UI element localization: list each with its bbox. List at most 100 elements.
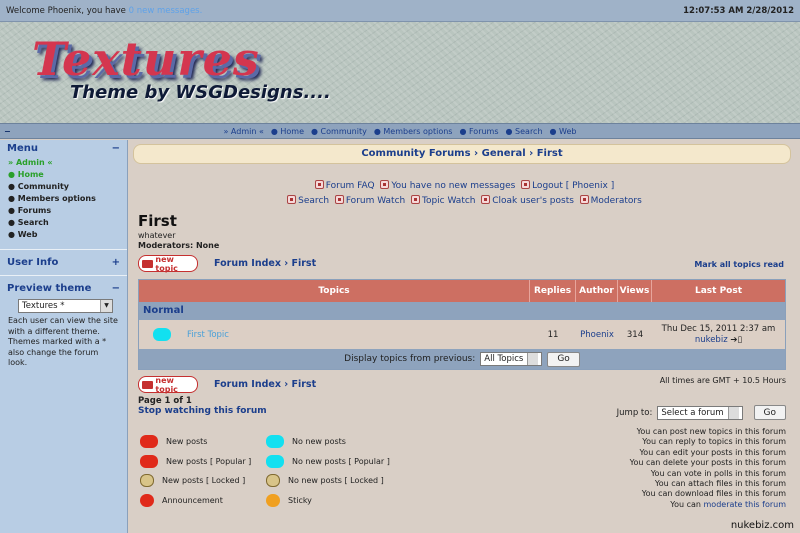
no-new-popular-icon (266, 454, 284, 468)
topic-views: 314 (626, 329, 644, 340)
sidebar-item-web[interactable]: ● Web (8, 229, 119, 241)
watch-icon (410, 195, 420, 204)
forum-index-link[interactable]: Forum Index (214, 258, 281, 269)
new-posts-icon (140, 435, 158, 449)
chevron-down-icon: ▼ (100, 300, 112, 312)
goto-last-post-icon[interactable]: ➔▯ (730, 335, 742, 345)
topic-replies: 11 (547, 329, 559, 340)
sticky-icon (266, 493, 280, 507)
forum-name-link[interactable]: First (292, 258, 317, 269)
theme-collapse-toggle[interactable]: − (112, 283, 120, 294)
jump-go-button[interactable]: Go (753, 405, 786, 420)
nav-forums[interactable]: ● Forums (459, 127, 498, 136)
forum-main: Community Forums › General › First Forum… (129, 140, 800, 520)
sidebar-item-forums[interactable]: ● Forums (8, 205, 119, 217)
nav-web[interactable]: ● Web (550, 127, 577, 136)
table-footer: Display topics from previous: All Topics… (139, 349, 785, 369)
jump-forum-select[interactable]: Select a forum (657, 405, 743, 420)
timezone-note: All times are GMT + 10.5 Hours (659, 376, 786, 385)
topic-age-go-button[interactable]: Go (547, 351, 580, 367)
forum-title: First (138, 212, 177, 230)
cloak-link[interactable]: Cloak user's posts (481, 195, 574, 206)
col-author: Author (576, 280, 618, 302)
topic-status-icon (139, 320, 185, 349)
userinfo-expand-toggle[interactable]: + (112, 257, 120, 268)
new-locked-icon (140, 474, 154, 488)
topic-age-select[interactable]: All Topics (480, 352, 543, 366)
sidebar-item-members-options[interactable]: ● Members options (8, 193, 119, 205)
mark-all-read-link[interactable]: Mark all topics read (694, 260, 784, 269)
forum-links-row-1: Forum FAQ You have no new messages Logou… (129, 180, 800, 191)
chevron-down-icon (727, 406, 739, 419)
help-icon (314, 180, 324, 189)
legend-row: New posts [ Popular ] No new posts [ Pop… (140, 452, 400, 472)
new-topic-button[interactable]: new topic (138, 255, 198, 273)
topic-link[interactable]: First Topic (185, 320, 530, 349)
faq-link[interactable]: Forum FAQ (314, 180, 375, 191)
forum-links-row-2: Search Forum Watch Topic Watch Cloak use… (129, 195, 800, 206)
divider (0, 249, 127, 250)
nav-home[interactable]: ● Home (271, 127, 304, 136)
theme-block-title: Preview theme − (7, 283, 120, 294)
moderate-line: You can moderate this forum (670, 499, 786, 509)
sidebar-item-home[interactable]: ● Home (8, 169, 119, 181)
messages-link[interactable]: You have no new messages (380, 180, 515, 191)
search-icon (287, 195, 297, 204)
forum-path: Forum Index › First (214, 258, 317, 269)
nav-community[interactable]: ● Community (311, 127, 367, 136)
menu-collapse-toggle[interactable]: − (112, 143, 120, 154)
icon-legend: New posts No new posts New posts [ Popul… (140, 432, 400, 510)
sidebar-item-admin[interactable]: » Admin « (8, 157, 119, 169)
new-messages-link[interactable]: 0 new messages. (129, 6, 203, 16)
table-header: Topics Replies Author Views Last Post (139, 280, 785, 302)
announcement-icon (140, 493, 154, 507)
theme-select[interactable]: Textures * ▼ (18, 299, 113, 313)
forum-name-link[interactable]: First (292, 379, 317, 390)
site-banner: Textures Theme by WSGDesigns.... (0, 22, 800, 123)
theme-note: Each user can view the site with a diffe… (8, 316, 118, 367)
breadcrumb[interactable]: Community Forums › General › First (133, 144, 791, 164)
table-row: First Topic 11 Phoenix 314 Thu Dec 15, 2… (139, 320, 785, 349)
legend-row: New posts No new posts (140, 432, 400, 452)
legend-row: New posts [ Locked ] No new posts [ Lock… (140, 471, 400, 491)
page-indicator: Page 1 of 1 (138, 396, 192, 406)
message-icon (380, 180, 390, 189)
new-topic-button-bottom[interactable]: new topic (138, 376, 198, 394)
userinfo-block-title: User Info + (7, 257, 120, 268)
moderate-forum-link[interactable]: moderate this forum (704, 500, 786, 509)
no-new-locked-icon (266, 474, 280, 488)
jump-to: Jump to: Select a forum Go (617, 405, 786, 420)
topic-author-link[interactable]: Phoenix (576, 320, 618, 349)
menu-block-title: Menu − (7, 143, 120, 154)
search-link[interactable]: Search (287, 195, 329, 206)
moderators-icon (579, 195, 589, 204)
permissions-list: You can post new topics in this forum Yo… (629, 427, 786, 509)
forum-moderators: Moderators: None (138, 241, 220, 250)
nav-admin[interactable]: » Admin « (223, 127, 263, 136)
topic-watch-link[interactable]: Topic Watch (410, 195, 476, 206)
divider (0, 275, 127, 276)
site-footer-tag: nukebiz.com (730, 520, 794, 531)
logout-link[interactable]: Logout [ Phoenix ] (521, 180, 614, 191)
top-status-bar: Welcome Phoenix, you have 0 new messages… (0, 0, 800, 22)
moderators-link[interactable]: Moderators (579, 195, 642, 206)
nav-search[interactable]: ● Search (506, 127, 543, 136)
site-logo-subtitle: Theme by WSGDesigns.... (70, 82, 331, 103)
site-logo-title: Textures (32, 32, 260, 86)
last-post-user-link[interactable]: nukebiz (695, 335, 728, 345)
watch-icon (334, 195, 344, 204)
clock: 12:07:53 AM 2/28/2012 (683, 5, 794, 16)
welcome-text: Welcome Phoenix, you have 0 new messages… (6, 5, 203, 16)
forum-index-link[interactable]: Forum Index (214, 379, 281, 390)
forum-watch-link[interactable]: Forum Watch (334, 195, 405, 206)
pencil-icon (142, 259, 154, 268)
nav-collapse-toggle[interactable]: − (4, 127, 11, 136)
col-replies: Replies (530, 280, 576, 302)
stop-watching-link[interactable]: Stop watching this forum (138, 406, 267, 416)
sidebar-item-search[interactable]: ● Search (8, 217, 119, 229)
legend-row: Announcement Sticky (140, 491, 400, 511)
col-last-post: Last Post (694, 286, 743, 296)
category-row: Normal (139, 302, 785, 320)
sidebar-item-community[interactable]: ● Community (8, 181, 119, 193)
nav-members-options[interactable]: ● Members options (374, 127, 453, 136)
